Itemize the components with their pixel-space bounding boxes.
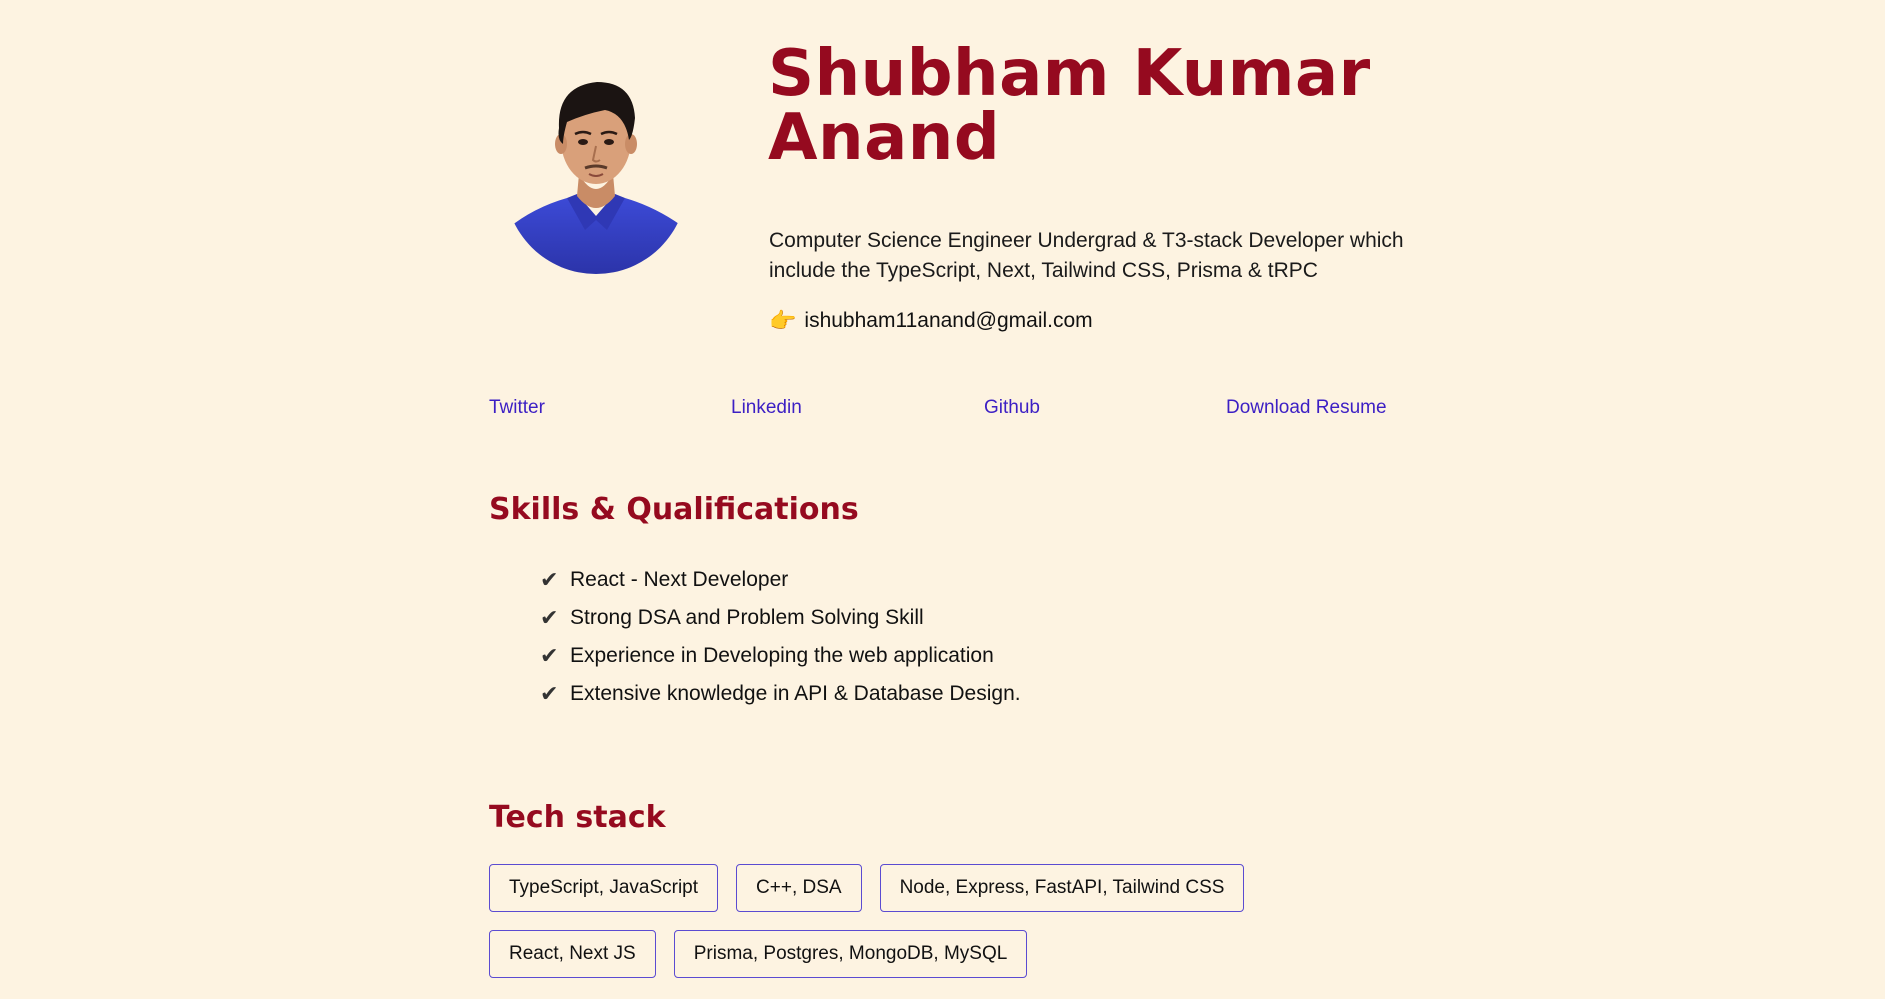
pointing-hand-icon: 👉: [769, 308, 797, 333]
check-mark-icon: ✔: [540, 605, 559, 630]
tech-chip: Node, Express, FastAPI, Tailwind CSS: [879, 864, 1245, 912]
profile-tagline: Computer Science Engineer Undergrad & T3…: [769, 229, 1404, 282]
twitter-link[interactable]: Twitter: [489, 397, 545, 419]
check-mark-icon: ✔: [540, 681, 559, 706]
list-item: ✔ Strong DSA and Problem Solving Skill: [540, 599, 1021, 637]
profile-name: Shubham Kumar Anand: [768, 37, 1371, 175]
tech-chip: C++, DSA: [736, 864, 862, 912]
tech-chips-row-1: TypeScript, JavaScript C++, DSA Node, Ex…: [489, 864, 1245, 912]
skills-heading: Skills & Qualifications: [489, 492, 859, 527]
list-item: ✔ Experience in Developing the web appli…: [540, 637, 1021, 675]
check-mark-icon: ✔: [540, 567, 559, 592]
email-address[interactable]: ishubham11anand@gmail.com: [804, 306, 1092, 336]
skill-label: React - Next Developer: [570, 568, 789, 591]
tech-chip: React, Next JS: [489, 930, 656, 978]
portfolio-page: Shubham Kumar Anand Computer Science Eng…: [0, 0, 1885, 999]
tech-stack-heading: Tech stack: [489, 800, 666, 835]
check-mark-icon: ✔: [540, 643, 559, 668]
social-links: Twitter Linkedin Github Download Resume: [0, 397, 1885, 423]
profile-photo: [505, 82, 687, 274]
list-item: ✔ Extensive knowledge in API & Database …: [540, 675, 1021, 713]
download-resume-link[interactable]: Download Resume: [1226, 397, 1387, 419]
tech-chips-row-2: React, Next JS Prisma, Postgres, MongoDB…: [489, 930, 1028, 978]
list-item: ✔ React - Next Developer: [540, 561, 1021, 599]
skill-label: Experience in Developing the web applica…: [570, 644, 994, 667]
skills-list: ✔ React - Next Developer ✔ Strong DSA an…: [540, 561, 1021, 713]
tech-chip: TypeScript, JavaScript: [489, 864, 719, 912]
skill-label: Extensive knowledge in API & Database De…: [570, 682, 1021, 705]
avatar: [505, 70, 687, 276]
skill-label: Strong DSA and Problem Solving Skill: [570, 606, 924, 629]
tech-chip: Prisma, Postgres, MongoDB, MySQL: [673, 930, 1028, 978]
linkedin-link[interactable]: Linkedin: [731, 397, 802, 419]
github-link[interactable]: Github: [984, 397, 1040, 419]
email-row: 👉 ishubham11anand@gmail.com: [769, 306, 1093, 336]
